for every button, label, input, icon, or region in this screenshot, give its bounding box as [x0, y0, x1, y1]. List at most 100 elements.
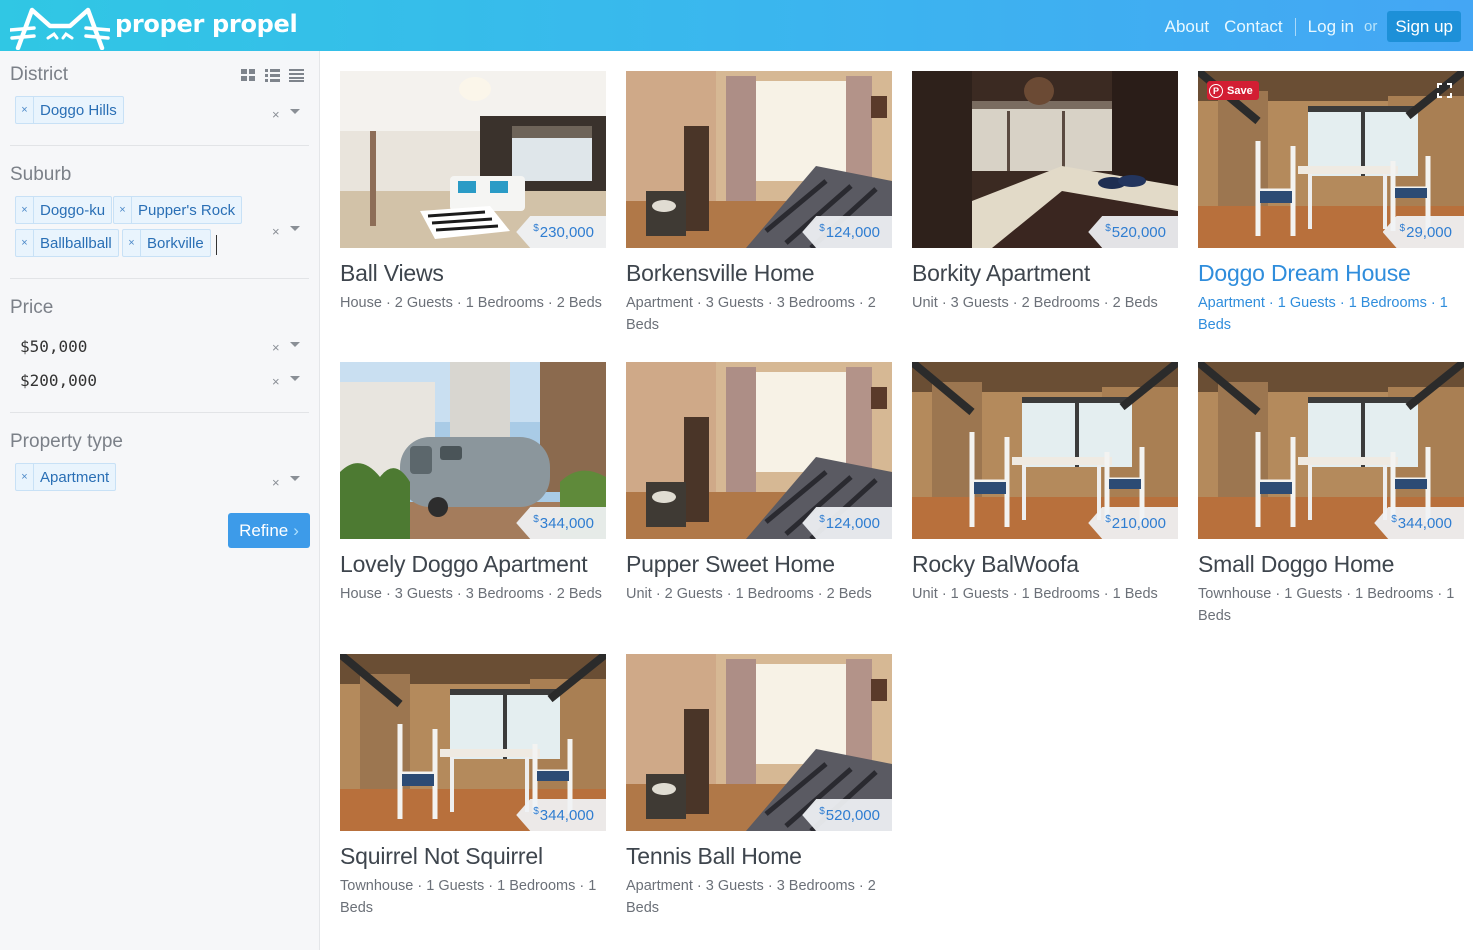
remove-tag-icon[interactable]: ×: [16, 97, 34, 123]
price-badge: $520,000: [802, 799, 892, 831]
listing-meta: Townhouse · 1 Guests · 1 Bedrooms · 1 Be…: [340, 878, 597, 916]
listing-title[interactable]: Borkity Apartment: [912, 260, 1178, 287]
listing-meta: Unit · 2 Guests · 1 Bedrooms · 2 Beds: [626, 586, 872, 602]
brand[interactable]: [10, 4, 110, 50]
price-badge: $344,000: [516, 799, 606, 831]
listing-title[interactable]: Pupper Sweet Home: [626, 551, 892, 578]
currency-symbol: $: [533, 513, 539, 525]
listing-title[interactable]: Rocky BalWoofa: [912, 551, 1178, 578]
listing-photo[interactable]: $344,000: [340, 654, 606, 831]
dropdown-caret-icon[interactable]: [290, 476, 300, 481]
price-value: 344,000: [1397, 514, 1452, 532]
property-type-tag: × Apartment: [15, 463, 117, 491]
listing-photo[interactable]: $520,000: [626, 654, 892, 831]
currency-symbol: $: [1391, 513, 1397, 525]
listing-title[interactable]: Tennis Ball Home: [626, 843, 892, 870]
price-value: 124,000: [825, 514, 880, 532]
price-min-select[interactable]: $50,000: [20, 337, 87, 356]
listing-photo[interactable]: $230,000: [340, 71, 606, 248]
list-view-icon[interactable]: [265, 69, 280, 82]
remove-tag-icon[interactable]: ×: [123, 230, 141, 256]
signup-button[interactable]: Sign up: [1387, 11, 1461, 42]
listing-photo[interactable]: $344,000: [340, 362, 606, 539]
divider: [10, 278, 309, 279]
refine-button[interactable]: Refine ›: [228, 513, 310, 548]
logo-cat-icon: [10, 7, 110, 50]
listing-meta: Unit · 1 Guests · 1 Bedrooms · 1 Beds: [912, 586, 1158, 602]
price-badge: $230,000: [516, 216, 606, 248]
listing-card[interactable]: $230,000 Ball Views House · 2 Guests · 1…: [340, 71, 606, 314]
listing-card[interactable]: $520,000 Tennis Ball Home Apartment · 3 …: [626, 654, 892, 919]
remove-tag-icon[interactable]: ×: [16, 197, 34, 223]
listing-card[interactable]: $124,000 Pupper Sweet Home Unit · 2 Gues…: [626, 362, 892, 605]
price-badge: $29,000: [1382, 216, 1464, 248]
listing-meta: Unit · 3 Guests · 2 Bedrooms · 2 Beds: [912, 295, 1158, 311]
price-max-select[interactable]: $200,000: [20, 371, 97, 390]
pinterest-save-button[interactable]: P Save: [1207, 81, 1259, 100]
price-badge: $344,000: [1374, 507, 1464, 539]
remove-tag-icon[interactable]: ×: [16, 230, 34, 256]
nav-about-link[interactable]: About: [1165, 17, 1209, 37]
filter-sidebar: District × Doggo Hills × Suburb × Doggo-…: [0, 51, 320, 950]
clear-icon[interactable]: ×: [272, 224, 280, 239]
listing-photo[interactable]: $520,000: [912, 71, 1178, 248]
currency-symbol: $: [1399, 222, 1406, 234]
clear-icon[interactable]: ×: [272, 475, 280, 490]
tag-label: Doggo-ku: [40, 201, 106, 219]
tag-label: Doggo Hills: [40, 101, 117, 119]
listing-card[interactable]: $344,000 Lovely Doggo Apartment House · …: [340, 362, 606, 605]
clear-icon[interactable]: ×: [272, 374, 280, 389]
listing-photo[interactable]: P Save $29,000: [1198, 71, 1464, 248]
remove-tag-icon[interactable]: ×: [16, 464, 34, 490]
price-value: 230,000: [539, 223, 594, 241]
listing-title[interactable]: Squirrel Not Squirrel: [340, 843, 606, 870]
currency-symbol: $: [1105, 222, 1111, 234]
top-header: proper propel About Contact Log in or Si…: [0, 0, 1473, 51]
nav-contact-link[interactable]: Contact: [1224, 17, 1283, 37]
top-nav: About Contact Log in or Sign up: [1165, 11, 1461, 42]
grid-view-icon[interactable]: [241, 69, 256, 82]
listing-meta: Apartment · 1 Guests · 1 Bedrooms · 1 Be…: [1198, 295, 1448, 333]
brand-name[interactable]: proper propel: [115, 10, 298, 38]
dropdown-caret-icon[interactable]: [290, 376, 300, 381]
listing-card[interactable]: P Save $29,000 Doggo Dream House Apartmen…: [1198, 71, 1464, 336]
listing-photo[interactable]: $124,000: [626, 362, 892, 539]
compact-view-icon[interactable]: [289, 69, 304, 82]
tag-label: Borkville: [147, 234, 204, 252]
listing-title[interactable]: Borkensville Home: [626, 260, 892, 287]
nav-or-text: or: [1363, 18, 1378, 35]
listing-photo[interactable]: $124,000: [626, 71, 892, 248]
property-type-title: Property type: [10, 431, 123, 452]
dropdown-caret-icon[interactable]: [290, 342, 300, 347]
price-value: 344,000: [539, 806, 594, 824]
currency-symbol: $: [1105, 513, 1111, 525]
dropdown-caret-icon[interactable]: [290, 226, 300, 231]
listing-title[interactable]: Ball Views: [340, 260, 606, 287]
price-badge: $520,000: [1088, 216, 1178, 248]
clear-icon[interactable]: ×: [272, 107, 280, 122]
view-switcher: [241, 69, 304, 82]
listing-card[interactable]: $520,000 Borkity Apartment Unit · 3 Gues…: [912, 71, 1178, 314]
text-cursor: [216, 235, 217, 255]
nav-login-link[interactable]: Log in: [1308, 17, 1354, 37]
suburb-title: Suburb: [10, 164, 72, 185]
divider: [10, 145, 309, 146]
listing-photo[interactable]: $210,000: [912, 362, 1178, 539]
dropdown-caret-icon[interactable]: [290, 109, 300, 114]
expand-icon[interactable]: [1437, 83, 1452, 98]
currency-symbol: $: [819, 513, 825, 525]
listing-title[interactable]: Small Doggo Home: [1198, 551, 1464, 578]
remove-tag-icon[interactable]: ×: [114, 197, 132, 223]
listing-card[interactable]: $344,000 Small Doggo Home Townhouse · 1 …: [1198, 362, 1464, 627]
district-tag: × Doggo Hills: [15, 96, 124, 124]
listing-title[interactable]: Lovely Doggo Apartment: [340, 551, 606, 578]
tag-label: Apartment: [40, 468, 110, 486]
price-badge: $124,000: [802, 216, 892, 248]
listing-title[interactable]: Doggo Dream House: [1198, 260, 1464, 287]
listing-card[interactable]: $124,000 Borkensville Home Apartment · 3…: [626, 71, 892, 336]
listing-card[interactable]: $210,000 Rocky BalWoofa Unit · 1 Guests …: [912, 362, 1178, 605]
listing-photo[interactable]: $344,000: [1198, 362, 1464, 539]
listing-card[interactable]: $344,000 Squirrel Not Squirrel Townhouse…: [340, 654, 606, 919]
price-badge: $210,000: [1088, 507, 1178, 539]
clear-icon[interactable]: ×: [272, 340, 280, 355]
